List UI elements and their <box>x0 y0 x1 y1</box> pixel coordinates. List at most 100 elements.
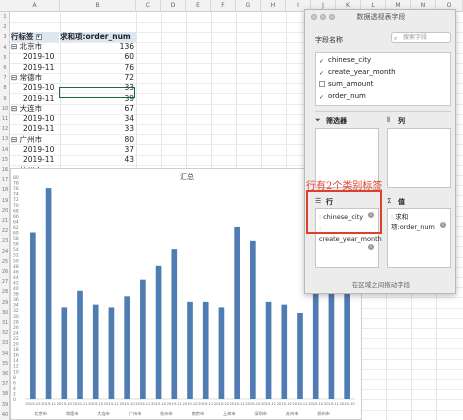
pivot-city-label[interactable]: ⊟ 广州市 <box>11 135 59 145</box>
chart-bar[interactable] <box>297 312 303 399</box>
row-header[interactable]: 27 <box>0 277 10 287</box>
drag-handle-icon[interactable]: ⁝ <box>391 213 393 221</box>
field-item[interactable]: ✓ create_year_month <box>319 67 396 78</box>
row-header[interactable]: 38 <box>0 389 10 399</box>
row-header[interactable]: 35 <box>0 359 10 369</box>
filter-dropdown-icon[interactable]: ▾ <box>35 34 42 40</box>
selected-cell[interactable] <box>59 87 135 98</box>
row-header[interactable]: 11 <box>0 114 10 124</box>
chart-bar[interactable] <box>202 301 209 399</box>
field-search-input[interactable]: ⌕ 搜索字段 <box>391 32 451 43</box>
row-header[interactable]: 16 <box>0 165 10 175</box>
row-header[interactable]: 24 <box>0 247 10 257</box>
values-drop-zone[interactable]: ⁝ 求和项:order_num i <box>387 208 451 268</box>
pivot-fields-panel[interactable]: 数据透视表字段 字段名称 ⌕ 搜索字段 ✓ chinese_city ✓ create… <box>304 9 456 294</box>
info-icon[interactable]: i <box>440 222 446 228</box>
chart-bar[interactable] <box>124 296 130 399</box>
checkbox-checked-icon[interactable]: ✓ <box>319 71 325 77</box>
chart-bar[interactable] <box>45 188 52 399</box>
column-header[interactable]: G <box>236 0 261 12</box>
chart-bar[interactable] <box>328 285 335 399</box>
chart-bar[interactable] <box>77 290 83 399</box>
pivot-value-cell[interactable]: 33 <box>60 124 136 134</box>
pivot-city-label[interactable]: ⊟ 北京市 <box>11 42 59 52</box>
row-header[interactable]: 18 <box>0 185 10 195</box>
chart-bar[interactable] <box>187 301 193 399</box>
row-header[interactable]: 7 <box>0 73 10 83</box>
chart-bar[interactable] <box>250 240 256 399</box>
pivot-header-value[interactable]: 求和项:order_num <box>60 32 136 42</box>
row-header[interactable]: 3 <box>0 32 10 42</box>
column-header[interactable]: E <box>186 0 211 12</box>
field-item[interactable]: sum_amount <box>319 79 373 90</box>
row-header[interactable]: 25 <box>0 257 10 267</box>
row-header[interactable]: 12 <box>0 124 10 134</box>
pivot-city-label[interactable]: ⊟ 大连市 <box>11 104 59 114</box>
row-header[interactable]: 5 <box>0 53 10 63</box>
row-header[interactable]: 32 <box>0 328 10 338</box>
row-header[interactable]: 31 <box>0 318 10 328</box>
pivot-month-label[interactable]: 2019-10 <box>11 52 59 62</box>
field-item[interactable]: ✓ order_num <box>319 91 366 102</box>
row-header[interactable]: 14 <box>0 145 10 155</box>
row-header[interactable]: 19 <box>0 196 10 206</box>
row-header[interactable]: 20 <box>0 206 10 216</box>
pivot-month-label[interactable]: 2019-11 <box>11 155 59 165</box>
row-header[interactable]: 8 <box>0 83 10 93</box>
column-header[interactable]: C <box>136 0 161 12</box>
pivot-value-cell[interactable]: 37 <box>60 145 136 155</box>
pivot-month-label[interactable]: 2019-11 <box>11 63 59 73</box>
pivot-month-label[interactable]: 2019-10 <box>11 114 59 124</box>
row-header[interactable]: 10 <box>0 104 10 114</box>
row-header[interactable]: 15 <box>0 155 10 165</box>
row-header[interactable]: 28 <box>0 287 10 297</box>
columns-drop-zone[interactable] <box>387 128 451 188</box>
pivot-value-cell[interactable]: 34 <box>60 114 136 124</box>
row-header[interactable]: 39 <box>0 400 10 410</box>
row-header[interactable]: 4 <box>0 43 10 53</box>
chart-bar[interactable] <box>312 293 319 399</box>
pivot-header-row-label[interactable]: 行标签 ▾ <box>11 32 59 42</box>
pivot-value-cell[interactable]: 80 <box>60 135 136 145</box>
pivot-value-cell[interactable]: 72 <box>60 73 136 83</box>
chart-bar[interactable] <box>30 232 36 400</box>
checkbox-checked-icon[interactable]: ✓ <box>319 95 325 101</box>
pivot-value-cell[interactable]: 60 <box>60 52 136 62</box>
pivot-city-label[interactable]: ⊟ 常德市 <box>11 73 59 83</box>
row-header[interactable]: 21 <box>0 216 10 226</box>
pivot-value-cell[interactable]: 67 <box>60 104 136 114</box>
checkbox-unchecked-icon[interactable] <box>319 81 325 87</box>
field-item[interactable]: ✓ chinese_city <box>319 55 371 66</box>
pivot-value-cell[interactable]: 43 <box>60 155 136 165</box>
row-header[interactable]: 26 <box>0 267 10 277</box>
chart-bar[interactable] <box>92 304 99 399</box>
row-header[interactable]: 30 <box>0 308 10 318</box>
row-header[interactable]: 29 <box>0 298 10 308</box>
row-header[interactable]: 9 <box>0 94 10 104</box>
info-icon[interactable]: i <box>368 244 374 250</box>
chart-bar[interactable] <box>155 265 162 399</box>
column-header[interactable]: H <box>261 0 286 12</box>
row-header[interactable]: 22 <box>0 226 10 236</box>
chart-bar[interactable] <box>218 307 225 399</box>
chart-bar[interactable] <box>61 307 68 399</box>
pivot-value-cell[interactable]: 76 <box>60 63 136 73</box>
pivot-month-label[interactable]: 2019-11 <box>11 124 59 134</box>
row-header[interactable]: 36 <box>0 369 10 379</box>
chart-bar[interactable] <box>344 293 350 399</box>
value-field-chip[interactable]: ⁝ 求和项:order_num i <box>391 212 449 231</box>
column-header[interactable]: B <box>60 0 136 12</box>
chart-bar[interactable] <box>140 279 146 399</box>
row-header[interactable]: 6 <box>0 63 10 73</box>
chart-bar[interactable] <box>281 304 288 399</box>
pivot-month-label[interactable]: 2019-10 <box>11 145 59 155</box>
checkbox-checked-icon[interactable]: ✓ <box>319 59 325 65</box>
row-header[interactable]: 13 <box>0 134 10 144</box>
chart-bar[interactable] <box>265 301 272 399</box>
chart-bar[interactable] <box>171 249 178 399</box>
row-header[interactable]: 2 <box>0 22 10 32</box>
row-header[interactable]: 33 <box>0 338 10 348</box>
row-header[interactable]: 37 <box>0 379 10 389</box>
pivot-value-cell[interactable]: 136 <box>60 42 136 52</box>
chart-bar[interactable] <box>234 226 240 399</box>
